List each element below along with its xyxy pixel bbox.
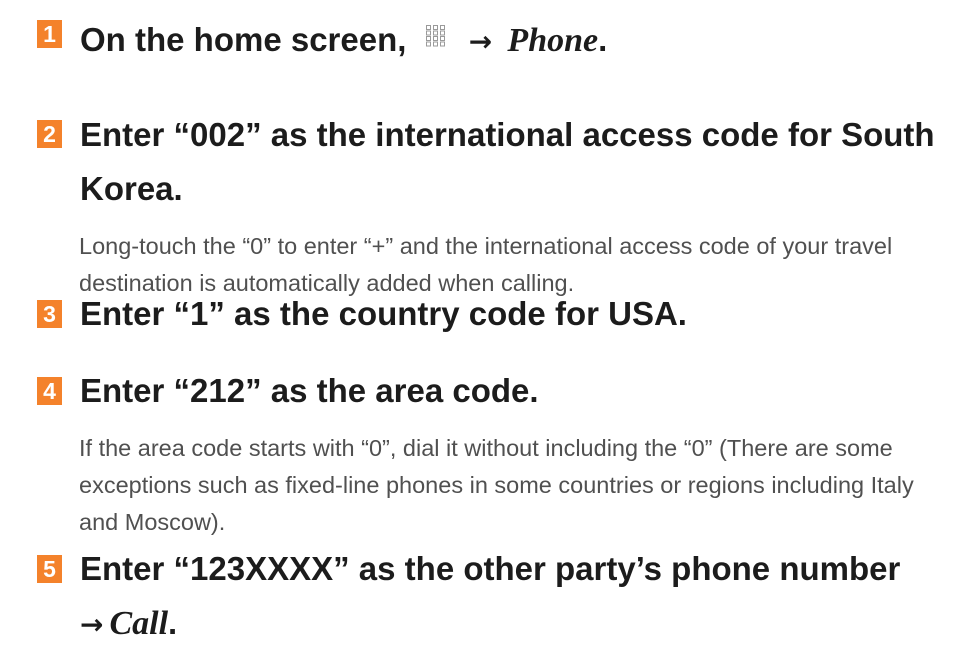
phone-app-label: Phone: [507, 22, 599, 59]
step-heading: Enter “123XXXX” as the other party’s pho…: [80, 542, 900, 652]
step-4: 4 Enter “212” as the area code. If the a…: [37, 364, 951, 535]
step-3: 3 Enter “1” as the country code for USA.: [37, 287, 951, 343]
step-number-badge: 1: [37, 20, 62, 48]
arrow-icon: →: [468, 25, 493, 58]
arrow-icon: →: [80, 608, 104, 641]
step-heading: Enter “212” as the area code.: [80, 372, 539, 409]
heading-line-2: → Call.: [80, 596, 900, 652]
step-description: If the area code starts with “0”, dial i…: [79, 435, 914, 535]
step-heading: Enter “002” as the international access …: [80, 116, 935, 207]
step-number-badge: 2: [37, 120, 62, 148]
step-2: 2 Enter “002” as the international acces…: [37, 108, 951, 296]
heading-text: On the home screen,: [80, 21, 407, 58]
heading-text: Enter “123XXXX” as the other party’s pho…: [80, 550, 901, 587]
heading-suffix: .: [598, 21, 608, 58]
call-button-label: Call: [109, 605, 169, 642]
step-number-badge: 4: [37, 377, 62, 405]
step-5: 5 Enter “123XXXX” as the other party’s p…: [37, 534, 951, 642]
apps-grid-icon: [425, 9, 446, 47]
step-heading: Enter “1” as the country code for USA.: [80, 295, 687, 332]
step-heading: On the home screen, → Phone.: [80, 9, 607, 69]
step-1: 1 On the home screen, → Phone.: [37, 6, 951, 66]
heading-suffix: .: [168, 604, 178, 641]
step-number-badge: 3: [37, 300, 62, 328]
step-number-badge: 5: [37, 555, 62, 583]
